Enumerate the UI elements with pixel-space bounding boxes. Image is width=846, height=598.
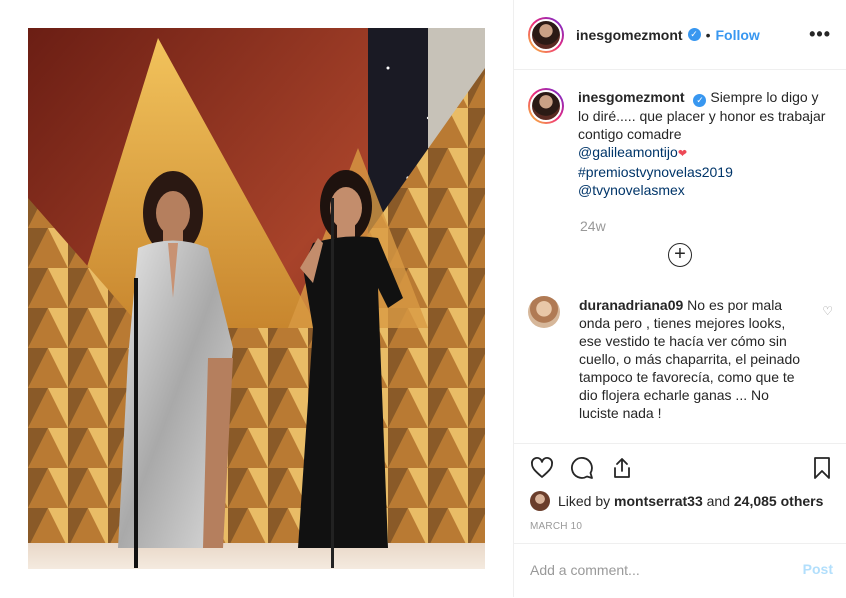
caption-body: inesgomezmont ✓ Siempre lo digo y lo dir… (578, 88, 833, 199)
red-heart-icon: ❤ (677, 148, 688, 160)
caption-hashtag[interactable]: #premiostvynovelas2019 (578, 163, 833, 181)
commenter-avatar[interactable] (528, 296, 560, 328)
share-icon[interactable] (610, 456, 634, 480)
likes-prefix: Liked by (558, 493, 611, 509)
bookmark-icon[interactable] (810, 456, 834, 480)
verified-badge-icon: ✓ (687, 28, 701, 41)
image-panel (0, 0, 513, 597)
comment-input[interactable] (530, 559, 780, 581)
post-comment-button[interactable]: Post (803, 561, 833, 577)
comment-username[interactable]: duranadriana09 (579, 297, 683, 313)
instagram-post: inesgomezmont ✓ • Follow ••• inesgomezmo… (0, 0, 846, 597)
author-username[interactable]: inesgomezmont (576, 27, 683, 43)
caption-username[interactable]: inesgomezmont (578, 89, 685, 105)
liker-avatar[interactable] (530, 491, 550, 511)
comment-text: No es por mala onda pero , tienes mejore… (579, 297, 801, 421)
verified-badge-icon: ✓ (693, 94, 707, 107)
comment-text-block: duranadriana09 No es por mala onda pero … (579, 296, 804, 422)
follow-button[interactable]: Follow (715, 27, 759, 43)
likes-summary: Liked by montserrat33 and 24,085 others (530, 491, 823, 511)
caption-mention-galileamontijo[interactable]: @galileamontijo❤ (578, 143, 833, 163)
post-sidebar: inesgomezmont ✓ • Follow ••• inesgomezmo… (513, 0, 846, 597)
likes-joiner: and (706, 493, 730, 509)
post-photo[interactable] (28, 28, 485, 569)
comment-like-heart-icon[interactable]: ♡ (822, 304, 833, 318)
caption: inesgomezmont ✓ Siempre lo digo y lo dir… (528, 88, 833, 199)
more-options-icon[interactable]: ••• (809, 25, 831, 43)
comment-icon[interactable] (570, 456, 594, 480)
post-date[interactable]: MARCH 10 (530, 521, 582, 532)
add-comment-bar: Post (514, 543, 846, 598)
heart-icon[interactable] (530, 456, 554, 480)
header-separator: • (705, 26, 711, 43)
liker-username[interactable]: montserrat33 (614, 493, 703, 509)
caption-avatar[interactable] (528, 88, 564, 124)
caption-mention-tvynovelasmex[interactable]: @tvynovelasmex (578, 181, 833, 199)
likes-others[interactable]: 24,085 others (734, 493, 824, 509)
post-header: inesgomezmont ✓ • Follow ••• (514, 0, 846, 70)
actions-section: Liked by montserrat33 and 24,085 others … (514, 443, 846, 597)
caption-age[interactable]: 24w (580, 218, 606, 234)
comment-item: duranadriana09 No es por mala onda pero … (528, 296, 833, 422)
plus-circle-icon[interactable]: + (668, 243, 692, 267)
author-avatar[interactable] (528, 16, 564, 53)
